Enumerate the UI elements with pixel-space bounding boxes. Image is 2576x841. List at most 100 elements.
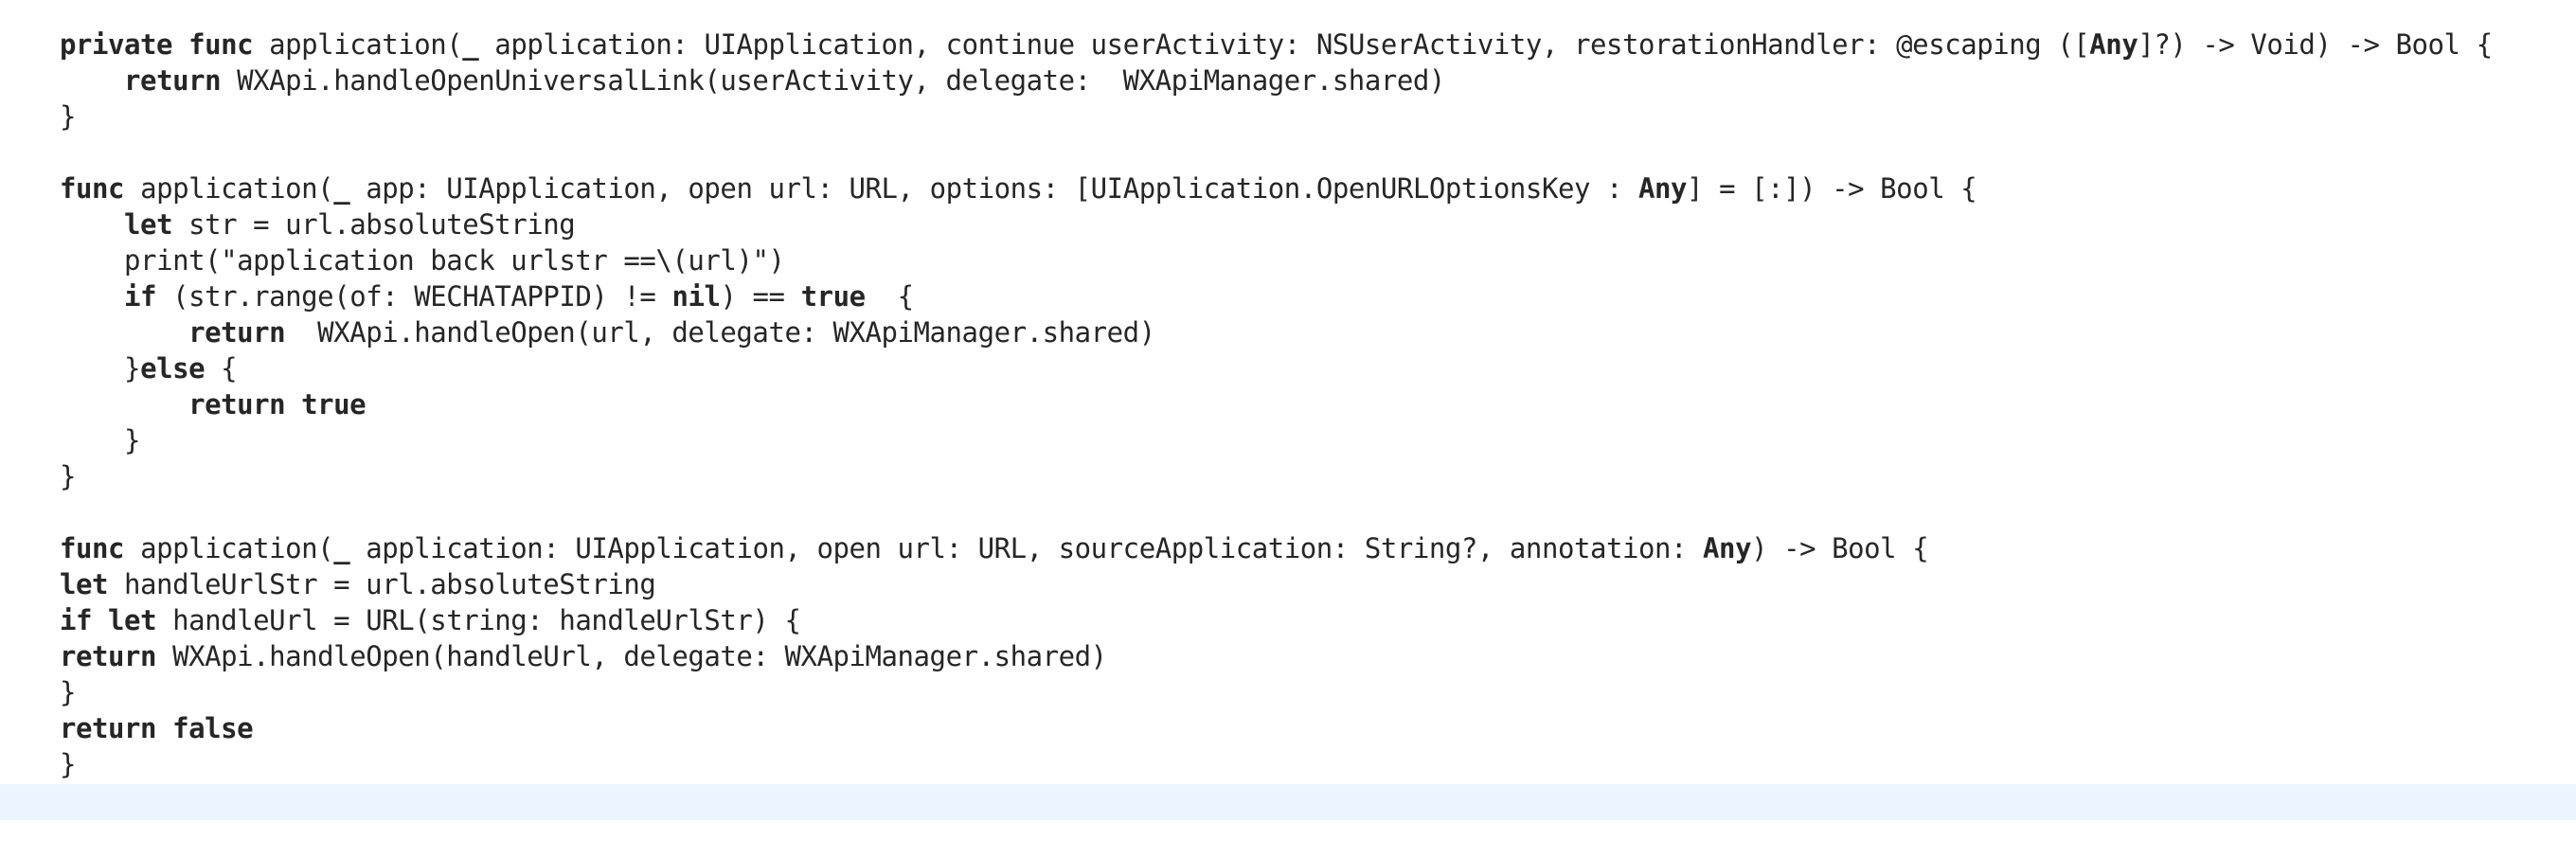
code-token: (: [446, 28, 463, 61]
code-token: (url, delegate:: [575, 316, 833, 349]
code-token: Bool: [2395, 28, 2460, 61]
code-token: OpenURLOptionsKey: [1315, 172, 1591, 205]
code-token: , sourceApplication:: [1026, 532, 1365, 564]
code-token: handleOpenUniversalLink: [333, 64, 705, 97]
code-token: if: [60, 604, 93, 636]
code-token: ]?) ->: [2138, 28, 2251, 61]
code-token: , open url:: [784, 532, 978, 564]
code-token: (str.: [156, 280, 254, 313]
code-token: (: [317, 172, 334, 205]
code-token: private: [60, 28, 173, 61]
code-line[interactable]: [60, 494, 2493, 530]
code-token: let: [60, 568, 109, 600]
code-token: }: [60, 460, 77, 492]
code-line[interactable]: let handleUrlStr = url.absoluteString: [60, 566, 2493, 602]
code-line[interactable]: }else {: [60, 350, 2493, 386]
code-token: .: [1315, 64, 1333, 97]
code-token: ?, annotation:: [1460, 532, 1704, 564]
code-token: shared: [993, 640, 1092, 672]
code-token: func: [188, 28, 254, 61]
code-token: application:: [349, 532, 576, 564]
code-line[interactable]: return false: [60, 710, 2493, 746]
code-token: application: [140, 532, 318, 564]
code-token: Bool: [1832, 532, 1897, 564]
code-token: ) ->: [1751, 532, 1833, 564]
code-token: let: [108, 604, 157, 636]
code-token: return: [60, 712, 157, 744]
code-token: func: [60, 532, 125, 564]
code-token: Bool: [1880, 172, 1945, 205]
code-token: handleOpen: [414, 316, 576, 349]
code-token: str = url.: [172, 208, 350, 241]
code-token: _: [333, 172, 350, 205]
code-token: Any: [2089, 28, 2138, 61]
code-line[interactable]: }: [60, 422, 2493, 458]
code-token: }: [60, 100, 77, 133]
code-token: !=: [623, 280, 656, 313]
code-token: ): [768, 244, 785, 277]
current-line-highlight: [0, 784, 2576, 820]
code-token: ): [1428, 64, 1445, 97]
code-token: {: [865, 280, 914, 313]
code-line[interactable]: return WXApi.handleOpen(url, delegate: W…: [60, 314, 2493, 350]
code-token: @escaping: [1896, 28, 2042, 61]
code-token: (userActivity, delegate:: [704, 64, 1123, 97]
code-token: WXApiManager: [1122, 64, 1317, 97]
code-token: NSUserActivity: [1315, 28, 1543, 61]
code-token: ) ->: [2315, 28, 2396, 61]
code-token: WXApi.: [285, 316, 415, 349]
code-line[interactable]: [60, 134, 2493, 170]
code-token: (handleUrl, delegate:: [430, 640, 785, 672]
code-token: , options: [: [897, 172, 1092, 205]
code-line[interactable]: if (str.range(of: WECHATAPPID) != nil) =…: [60, 278, 2493, 314]
code-line[interactable]: return WXApi.handleOpen(handleUrl, deleg…: [60, 638, 2493, 674]
code-token: handleUrl =: [156, 604, 367, 636]
code-line[interactable]: }: [60, 98, 2493, 134]
code-line[interactable]: private func application(_ application: …: [60, 27, 2493, 63]
code-line[interactable]: if let handleUrl = URL(string: handleUrl…: [60, 602, 2493, 638]
code-token: handleUrlStr = url.: [108, 568, 431, 600]
code-line[interactable]: func application(_ app: UIApplication, o…: [60, 170, 2493, 206]
code-token: {: [1896, 532, 1929, 564]
code-line[interactable]: }: [60, 458, 2493, 494]
code-line[interactable]: print("application back urlstr ==\(url)"…: [60, 242, 2493, 278]
code-token: ] = [:]) ->: [1687, 172, 1881, 205]
code-token: WXApiManager: [832, 316, 1027, 349]
code-line[interactable]: let str = url.absoluteString: [60, 206, 2493, 242]
code-line[interactable]: }: [60, 746, 2493, 782]
code-token: return: [188, 316, 286, 349]
code-token: (of:: [333, 280, 415, 313]
code-token: true: [800, 280, 866, 313]
code-token: if: [124, 280, 157, 313]
code-token: else: [140, 352, 206, 385]
code-line[interactable]: return WXApi.handleOpenUniversalLink(use…: [60, 63, 2493, 98]
code-token: .: [1026, 316, 1043, 349]
code-token: UIApplication: [704, 28, 914, 61]
code-token: application: [140, 172, 318, 205]
code-token: shared: [1042, 316, 1140, 349]
code-token: URL: [366, 604, 415, 636]
code-token: , open url:: [655, 172, 850, 205]
code-token: ): [1090, 640, 1107, 672]
code-token: .: [977, 640, 994, 672]
code-token: application: [269, 28, 447, 61]
code-token: absoluteString: [349, 208, 576, 241]
code-token: shared: [1332, 64, 1430, 97]
code-line[interactable]: }: [60, 674, 2493, 710]
code-editor[interactable]: private func application(_ application: …: [0, 0, 2576, 841]
code-token: ): [591, 280, 624, 313]
code-token: UIApplication: [1090, 172, 1301, 205]
code-token: WXApi.: [221, 64, 334, 97]
code-token: return: [188, 388, 286, 420]
code-text-area[interactable]: private func application(_ application: …: [60, 27, 2493, 782]
code-line[interactable]: return true: [60, 386, 2493, 422]
code-line[interactable]: func application(_ application: UIApplic…: [60, 530, 2493, 566]
